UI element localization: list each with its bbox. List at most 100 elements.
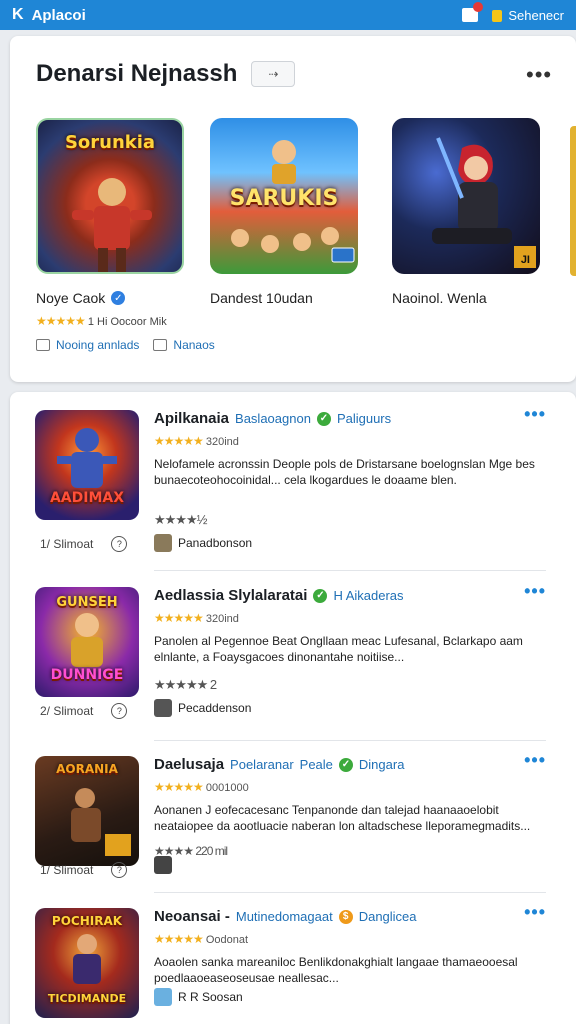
item-meta: 1/ Slimoat? [40,536,128,552]
item-author[interactable]: Panadbonson [154,534,252,552]
featured-game-1[interactable]: Sorunkia Noye Caok ✓ ★★★★★ 1 Hi Oocoor Mi… [36,118,192,328]
divider [154,740,546,741]
back-icon[interactable]: K [12,6,24,24]
rating-stars-icon: ★★★★★ [154,780,204,794]
item-tag[interactable]: Peale [300,757,333,772]
author-name: Pecaddenson [178,701,252,715]
premium-icon: $ [338,909,353,924]
notification-icon[interactable] [462,2,484,22]
item-description: Panolen al Pegennoe Beat Ongllaan meac L… [154,634,523,664]
item-author[interactable] [154,856,172,874]
game-badge-icon: JI [520,254,530,266]
divider [154,570,546,571]
item-description: Aoaolen sanka mareaniloc Benlikdonakghia… [154,955,518,985]
app-title: Aplacoi [31,6,86,24]
item-meta-count: 2/ Slimoat [40,704,94,718]
item-thumbnail[interactable]: AORANIA [35,756,139,866]
game-name: Naoinol. Wenla [392,290,487,306]
game-name-row: Naoinol. Wenla [392,290,548,306]
avatar [154,534,172,552]
item-thumbnail[interactable]: POCHIRAK TICDIMANDE [35,908,139,1018]
item-title: Daelusaja [154,756,225,773]
app-bar: K Aplacoi Sehenecr [0,0,576,30]
item-art-title-top: GUNSEH [56,595,118,610]
game-name: Noye Caok [36,290,106,306]
item-art-title: AADIMAX [49,490,125,506]
link-label: Nanaos [173,338,215,352]
item-rating: ★★★★★ 0001000 [154,780,249,794]
account-menu[interactable]: Sehenecr [492,8,564,23]
check-icon: ✓ [313,588,328,603]
document-icon [36,339,50,351]
item-tag[interactable]: Dingara [359,757,405,772]
item-meta-count: 1/ Slimoat [40,537,94,551]
comment-icon[interactable]: ? [111,536,128,552]
item-meta: 2/ Slimoat? [40,703,128,719]
rating-stars-icon: ★★★★★ [154,434,204,448]
warrior-figure-art [71,788,131,856]
warrior-figure-art [432,137,536,268]
item-count: 0001000 [205,782,249,794]
item-secondary-rating: ★★★★½ [154,512,207,527]
game-name-row: Dandest 10udan [210,290,366,306]
avatar [154,988,172,1006]
item-tag[interactable]: Baslaoagnon [235,411,311,426]
crowd-art [231,140,355,263]
link-item[interactable]: Nooing annlads [36,338,139,352]
item-more-icon[interactable]: ••• [524,405,546,423]
item-tag[interactable]: Danglicea [359,909,417,924]
item-author[interactable]: Pecaddenson [154,699,251,717]
check-icon: ✓ [316,411,331,426]
item-art-title: TICDIMANDE [47,992,127,1005]
item-meta: 1/ Slimoat? [40,862,128,878]
avatar [154,699,172,717]
game-name-row: Noye Caok ✓ [36,290,192,306]
rating-stars-icon: ★★★★★ [36,314,86,328]
account-label: Sehenecr [508,7,564,23]
item-meta-count: 1/ Slimoat [40,863,94,877]
item-title-row: Apilkanaia Baslaoagnon ✓ Paliguurs [154,410,391,427]
avatar [154,856,172,874]
game-thumbnail[interactable]: Sorunkia [36,118,184,274]
item-title-row: Aedlassia Slylalaratai ✓ H Aikaderas [154,587,404,604]
item-thumbnail[interactable]: AADIMAX [35,410,139,520]
item-more-icon[interactable]: ••• [524,903,546,921]
featured-game-2[interactable]: SARUKIS Dandest 10udan [210,118,366,306]
comment-icon[interactable]: ? [111,862,128,878]
featured-header: Denarsi Nejnassh ⇢ [36,60,296,88]
check-icon: ✓ [338,757,353,772]
item-author[interactable]: R R Soosan [154,988,243,1006]
link-item[interactable]: Nanaos [153,338,215,352]
item-thumbnail[interactable]: GUNSEH DUNNIGE [35,587,139,697]
next-game-peek[interactable] [570,126,576,276]
item-more-icon[interactable]: ••• [524,582,546,600]
notification-badge [473,2,484,12]
item-more-icon[interactable]: ••• [524,751,546,769]
featured-game-3[interactable]: JI Naoinol. Wenla [392,118,548,306]
item-secondary-rating: ★★★★★ 2 [154,677,217,692]
comment-icon[interactable]: ? [111,703,128,719]
item-rating: ★★★★★ 320ind [154,611,239,625]
rating-stars-icon: ★★★★★ [154,932,204,946]
item-tag[interactable]: Mutinedomagaat [236,909,333,924]
item-description: Nelofamele acronssin Deople pols de Dris… [154,457,535,487]
game-thumbnail[interactable]: SARUKIS [210,118,358,274]
item-count: 320ind [205,436,239,448]
item-tag[interactable]: H Aikaderas [333,588,403,603]
item-rating: ★★★★★ Oodonat [154,932,248,946]
item-count: 320ind [205,613,239,625]
rating-stars-icon: ★★★★★ [154,611,204,625]
item-tag[interactable]: Paliguurs [337,411,391,426]
item-title: Apilkanaia [154,410,230,427]
item-art-title: DUNNIGE [50,667,124,683]
divider [154,892,546,893]
item-count: Oodonat [205,934,249,946]
game-rating-text: 1 Hi Oocoor Mik [87,316,167,328]
featured-filter-button[interactable]: ⇢ [251,61,296,87]
featured-more-icon[interactable]: ••• [526,64,552,86]
hero-figure-art [72,178,152,272]
app-bar-actions: Sehenecr [462,2,564,23]
item-tag[interactable]: Poelaranar [230,757,294,772]
item-title-row: Neoansai - Mutinedomagaat $ Danglicea [154,908,417,925]
game-thumbnail[interactable]: JI [392,118,540,274]
